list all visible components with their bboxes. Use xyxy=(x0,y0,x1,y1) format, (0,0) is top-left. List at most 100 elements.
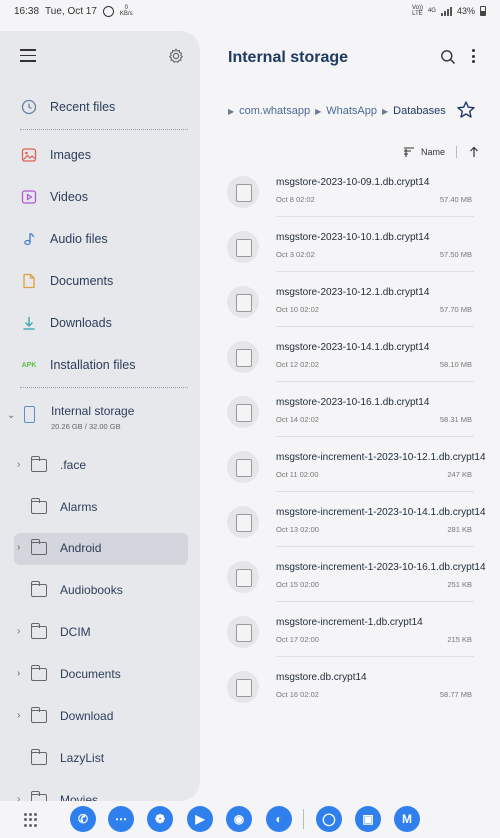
folder-item-dcim[interactable]: › DCIM xyxy=(14,617,188,649)
folder-label: Movies xyxy=(60,793,99,801)
file-row[interactable]: msgstore.db.crypt14 Oct 16 02:02 58.77 M… xyxy=(226,669,474,724)
folder-item-lazylist[interactable]: LazyList xyxy=(14,743,188,775)
chevron-right-icon[interactable]: › xyxy=(17,542,20,553)
camera-app-icon[interactable]: ◉ xyxy=(226,806,252,832)
folder-icon xyxy=(30,665,47,681)
file-row[interactable]: msgstore-increment-1-2023-10-12.1.db.cry… xyxy=(226,449,486,504)
nav-recent-files[interactable]: Recent files xyxy=(0,89,200,125)
gear-icon[interactable] xyxy=(168,48,184,64)
nav-label: Recent files xyxy=(50,100,116,114)
chevron-right-icon[interactable]: › xyxy=(17,668,20,679)
folder-item-alarms[interactable]: Alarms xyxy=(14,492,188,524)
file-date: Oct 10 02:02 xyxy=(276,305,319,314)
file-name: msgstore-2023-10-16.1.db.crypt14 xyxy=(276,397,430,408)
nav-installation-files[interactable]: APK Installation files xyxy=(0,347,200,383)
more-options-icon[interactable] xyxy=(470,48,476,64)
file-row[interactable]: msgstore-2023-10-16.1.db.crypt14 Oct 14 … xyxy=(226,394,474,449)
breadcrumb-current[interactable]: Databases xyxy=(393,105,446,117)
mail-app-icon[interactable]: M xyxy=(394,806,420,832)
clock-icon xyxy=(20,98,38,116)
file-row[interactable]: msgstore-2023-10-14.1.db.crypt14 Oct 12 … xyxy=(226,339,474,394)
divider xyxy=(20,129,188,130)
folder-icon xyxy=(30,749,47,765)
video-icon xyxy=(20,188,38,206)
store-app-icon[interactable]: ▣ xyxy=(355,806,381,832)
file-date: Oct 15 02:00 xyxy=(276,580,319,589)
row-divider xyxy=(276,601,474,602)
download-icon xyxy=(20,314,38,332)
star-icon[interactable] xyxy=(456,100,476,120)
row-divider xyxy=(276,436,474,437)
folder-label: Android xyxy=(60,541,102,555)
file-name: msgstore-2023-10-09.1.db.crypt14 xyxy=(276,177,430,188)
nav-videos[interactable]: Videos xyxy=(0,179,200,215)
file-date: Oct 14 02:02 xyxy=(276,415,319,424)
nav-label: Documents xyxy=(50,274,114,288)
file-size: 58.77 MB xyxy=(439,690,472,699)
menu-icon[interactable] xyxy=(20,49,36,63)
volte-indicator: Vo)) LTE xyxy=(412,5,423,17)
folder-item-face[interactable]: › .face xyxy=(14,450,188,482)
file-icon xyxy=(227,616,259,648)
file-row[interactable]: msgstore-increment-1-2023-10-14.1.db.cry… xyxy=(226,504,486,559)
file-row[interactable]: msgstore-2023-10-10.1.db.crypt14 Oct 3 0… xyxy=(226,229,474,284)
app-drawer-icon[interactable] xyxy=(24,813,38,827)
file-size: 247 KB xyxy=(447,470,472,479)
folder-icon xyxy=(30,498,47,514)
folder-item-movies[interactable]: › Movies xyxy=(14,785,188,801)
folder-item-android[interactable]: › Android xyxy=(14,533,188,565)
nav-label: Videos xyxy=(50,190,88,204)
sort-order-icon[interactable] xyxy=(403,146,415,158)
file-row[interactable]: msgstore-increment-1.db.crypt14 Oct 17 0… xyxy=(226,614,474,669)
breadcrumb-item[interactable]: com.whatsapp xyxy=(239,105,310,117)
file-row[interactable]: msgstore-increment-1-2023-10-16.1.db.cry… xyxy=(226,559,486,614)
bixby-app-icon[interactable]: ❁ xyxy=(147,806,173,832)
file-size: 57.50 MB xyxy=(439,250,472,259)
row-divider xyxy=(276,546,474,547)
chevron-right-icon[interactable]: › xyxy=(17,710,20,721)
sort-label[interactable]: Name xyxy=(421,147,445,157)
recent-app-icon[interactable]: ◯ xyxy=(316,806,342,832)
file-row[interactable]: msgstore-2023-10-12.1.db.crypt14 Oct 10 … xyxy=(226,284,474,339)
breadcrumb-item[interactable]: WhatsApp xyxy=(326,105,377,117)
battery-icon xyxy=(480,6,486,16)
main-panel: Internal storage ▶ com.whatsapp ▶ WhatsA… xyxy=(200,31,500,801)
folder-item-download[interactable]: › Download xyxy=(14,701,188,733)
file-row[interactable]: msgstore-2023-10-09.1.db.crypt14 Oct 8 0… xyxy=(226,174,474,229)
nav-downloads[interactable]: Downloads xyxy=(0,305,200,341)
breadcrumb-arrow-icon: ▶ xyxy=(228,106,235,116)
messages-app-icon[interactable]: ⋯ xyxy=(108,806,134,832)
net-speed: 0 KB/s xyxy=(120,5,133,17)
nav-audio-files[interactable]: Audio files xyxy=(0,221,200,257)
folder-label: Documents xyxy=(60,667,121,681)
file-size: 58.10 MB xyxy=(439,360,472,369)
folder-item-documents[interactable]: › Documents xyxy=(14,659,188,691)
sort-bar: Name xyxy=(403,144,480,160)
file-name: msgstore-increment-1-2023-10-12.1.db.cry… xyxy=(276,452,486,463)
chevron-right-icon[interactable]: › xyxy=(17,626,20,637)
file-icon xyxy=(227,451,259,483)
chevron-right-icon[interactable]: › xyxy=(17,794,20,801)
breadcrumb: ▶ com.whatsapp ▶ WhatsApp ▶ Databases xyxy=(228,103,446,119)
nav-label: Images xyxy=(50,148,91,162)
file-date: Oct 12 02:02 xyxy=(276,360,319,369)
arrow-up-icon[interactable] xyxy=(468,146,480,158)
navigation-drawer: Recent files Images Videos Audio files D… xyxy=(0,31,200,801)
chevron-down-icon[interactable]: ⌄ xyxy=(7,410,15,421)
folder-icon xyxy=(30,707,47,723)
folder-label: LazyList xyxy=(60,751,105,765)
folder-icon xyxy=(30,456,47,472)
folder-item-audiobooks[interactable]: Audiobooks xyxy=(14,575,188,607)
chevron-right-icon[interactable]: › xyxy=(17,459,20,470)
phone-app-icon[interactable]: ✆ xyxy=(70,806,96,832)
folder-icon xyxy=(30,581,47,597)
search-icon[interactable] xyxy=(440,49,456,65)
internal-storage-item[interactable]: ⌄ Internal storage 20.26 GB / 32.00 GB xyxy=(0,399,200,439)
internet-app-icon[interactable]: ◐ xyxy=(266,806,292,832)
row-divider xyxy=(276,491,474,492)
nav-documents[interactable]: Documents xyxy=(0,263,200,299)
play-store-app-icon[interactable]: ▶ xyxy=(187,806,213,832)
status-time: 16:38 xyxy=(14,5,40,17)
folder-label: Download xyxy=(60,709,114,723)
nav-images[interactable]: Images xyxy=(0,137,200,173)
